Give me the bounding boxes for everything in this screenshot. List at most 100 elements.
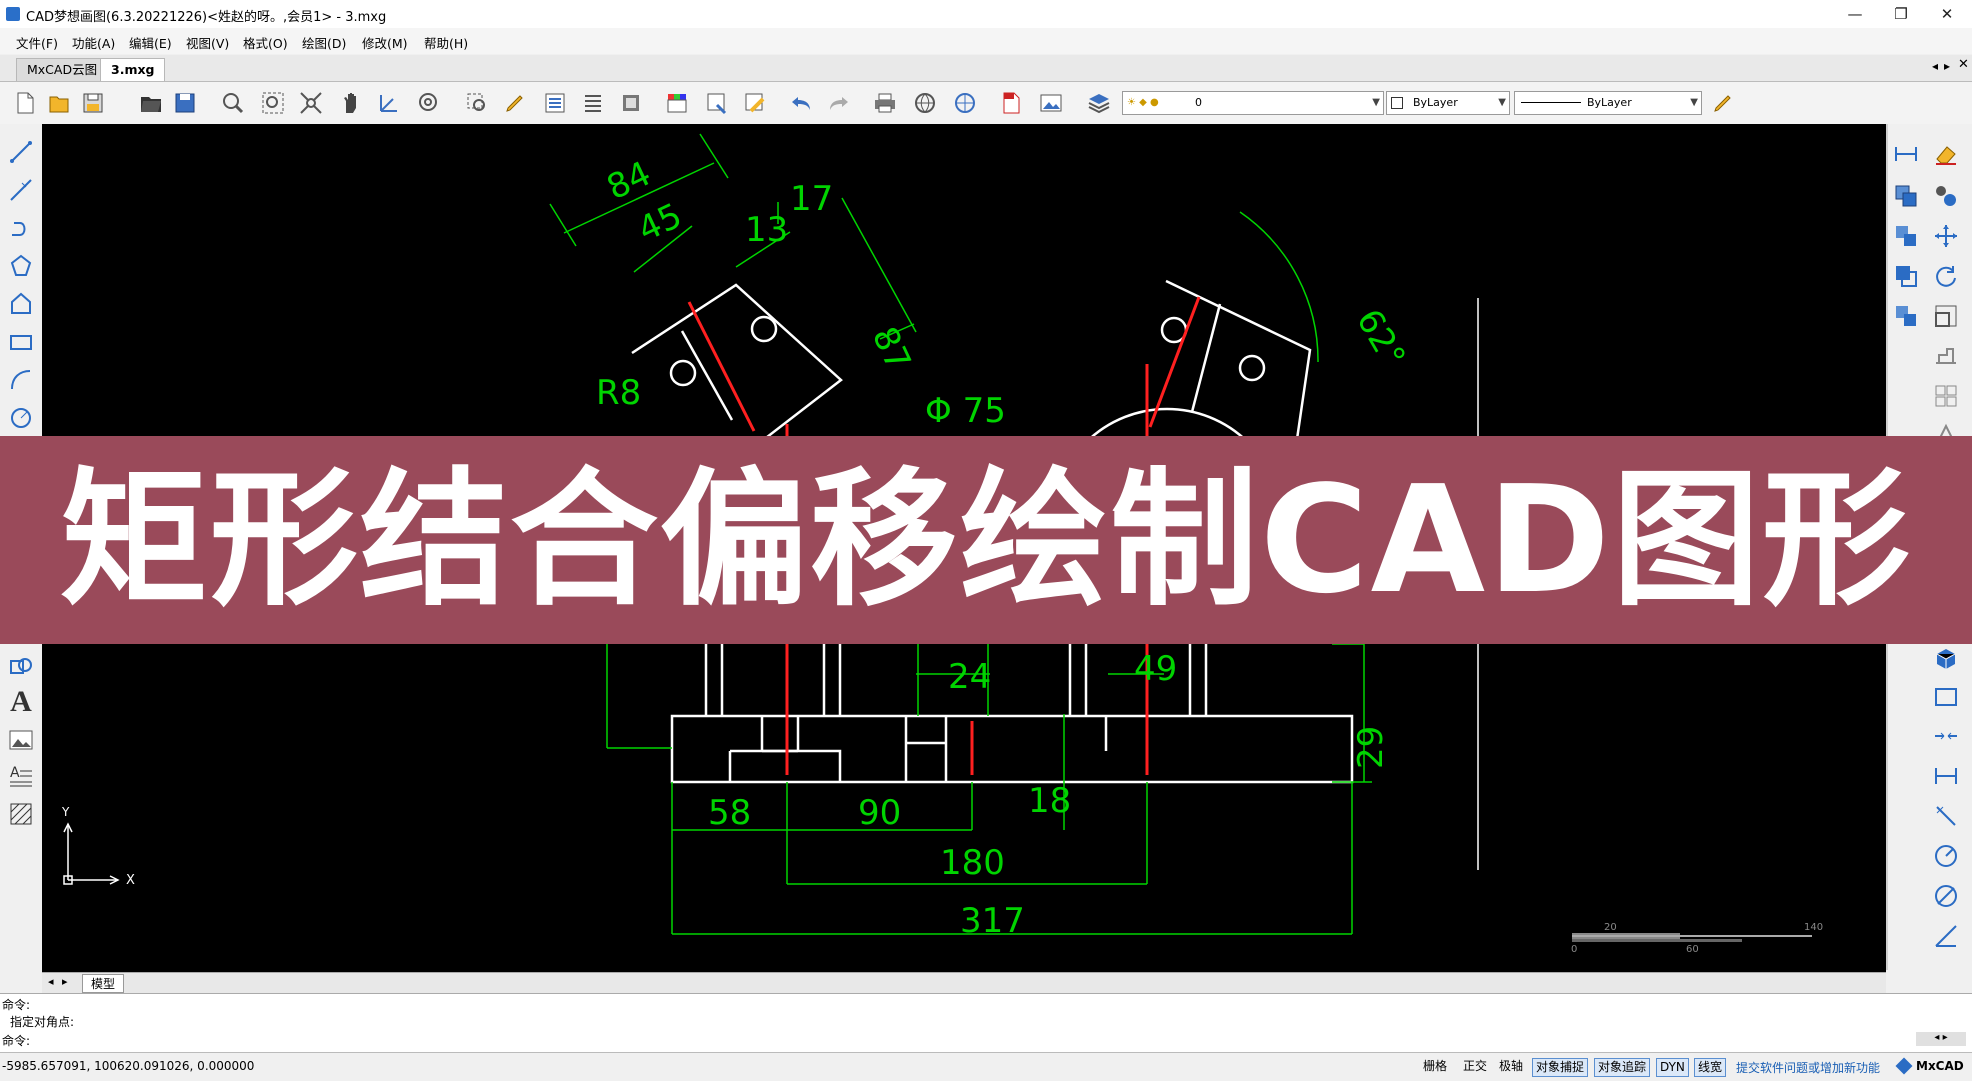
tab-close-icon[interactable]: ✕ [1958, 57, 1969, 72]
rotate-icon[interactable] [1930, 260, 1962, 292]
pentagon-icon[interactable] [5, 288, 37, 320]
scale-icon[interactable] [1930, 300, 1962, 332]
toggle-ortho[interactable]: 正交 [1460, 1058, 1490, 1075]
pencil-icon[interactable] [1708, 88, 1738, 118]
xline-icon[interactable] [5, 174, 37, 206]
open-folder-icon[interactable] [136, 88, 166, 118]
image-icon[interactable] [1036, 88, 1066, 118]
print-icon[interactable] [870, 88, 900, 118]
mirror-icon[interactable] [1890, 220, 1922, 252]
trim-icon[interactable] [1930, 380, 1962, 412]
pan-hand-icon[interactable] [336, 88, 366, 118]
command-prompt[interactable]: 命令: [2, 1032, 30, 1049]
toggle-lineweight[interactable]: 线宽 [1694, 1058, 1727, 1077]
dim-angular-icon[interactable] [1930, 920, 1962, 952]
scale-140: 140 [1804, 922, 1823, 933]
move-icon[interactable] [1930, 220, 1962, 252]
region-icon[interactable] [1930, 680, 1962, 712]
dim-aligned-icon[interactable] [1930, 760, 1962, 792]
ucs-axis-icon[interactable] [374, 88, 404, 118]
globe-icon[interactable] [910, 88, 940, 118]
dim-87-line [841, 197, 917, 333]
tab-model[interactable]: 模型 [82, 974, 125, 993]
line-icon[interactable] [5, 136, 37, 168]
dim-angle-icon[interactable] [1930, 800, 1962, 832]
close-button[interactable]: ✕ [1924, 2, 1970, 26]
copy-objects-icon[interactable] [1930, 180, 1962, 212]
tab-3mxg[interactable]: 3.mxg [100, 58, 166, 81]
toggle-osnap[interactable]: 对象捕捉 [1532, 1058, 1589, 1077]
tab-next-icon[interactable]: ▸ [62, 975, 68, 988]
join-icon[interactable] [1930, 720, 1962, 752]
menu-function[interactable]: 功能(A) [70, 33, 117, 52]
minimize-button[interactable]: — [1832, 2, 1878, 26]
undo-icon[interactable] [786, 88, 816, 118]
toggle-polar[interactable]: 极轴 [1496, 1058, 1526, 1075]
zoom-realtime-icon[interactable] [218, 88, 248, 118]
image-insert-icon[interactable] [5, 724, 37, 756]
maximize-button[interactable]: ❐ [1878, 2, 1924, 26]
zoom-window-icon[interactable] [258, 88, 288, 118]
copy-icon[interactable] [1890, 180, 1922, 212]
insert-block-icon[interactable] [5, 648, 37, 680]
mtext-icon[interactable]: A [5, 760, 37, 792]
menu-draw[interactable]: 绘图(D) [300, 33, 348, 52]
menu-edit[interactable]: 编辑(E) [127, 33, 174, 52]
web-icon[interactable] [950, 88, 980, 118]
edit-pen-icon[interactable] [500, 88, 530, 118]
command-window[interactable]: 命令: 指定对角点: 命令: ◂ ▸ [0, 993, 1972, 1052]
measure-icon[interactable] [462, 88, 492, 118]
match-properties-icon[interactable] [740, 88, 770, 118]
array-icon[interactable] [1890, 300, 1922, 332]
pdf-icon[interactable] [996, 88, 1026, 118]
zoom-previous-icon[interactable] [414, 88, 444, 118]
linetype-select[interactable]: ByLayer ▼ [1514, 91, 1702, 115]
hatch-icon[interactable] [5, 798, 37, 830]
polygon-icon[interactable] [5, 250, 37, 282]
tab-scroll-left-icon[interactable]: ◂ [1932, 59, 1938, 73]
open-file-icon[interactable] [44, 88, 74, 118]
dim-diameter-icon[interactable] [1930, 880, 1962, 912]
toggle-otrack[interactable]: 对象追踪 [1594, 1058, 1651, 1077]
tab-cloud[interactable]: MxCAD云图 [16, 58, 109, 81]
layer-select[interactable]: ☀ ◆ ● 0 ▼ [1122, 91, 1384, 115]
menu-format[interactable]: 格式(O) [241, 33, 290, 52]
polyline-icon[interactable] [5, 212, 37, 244]
menu-help[interactable]: 帮助(H) [422, 33, 470, 52]
toggle-grid[interactable]: 栅格 [1420, 1058, 1450, 1075]
chevron-down-icon: ▼ [1690, 97, 1698, 108]
dim-17-label: 17 [790, 179, 833, 219]
tab-scroll-right-icon[interactable]: ▸ [1944, 59, 1950, 73]
layer-state-icon: ☀ ◆ ● [1127, 97, 1159, 108]
stretch-icon[interactable] [1930, 340, 1962, 372]
properties-icon[interactable] [540, 88, 570, 118]
tab-prev-icon[interactable]: ◂ [48, 975, 54, 988]
redo-icon[interactable] [824, 88, 854, 118]
text-icon[interactable]: A [5, 685, 37, 718]
command-scrollbar[interactable]: ◂ ▸ [1916, 1032, 1966, 1046]
offset-icon[interactable] [1890, 260, 1922, 292]
menu-view[interactable]: 视图(V) [184, 33, 231, 52]
layers-icon[interactable] [1084, 88, 1114, 118]
save-icon[interactable] [78, 88, 108, 118]
block-icon[interactable] [616, 88, 646, 118]
menu-file[interactable]: 文件(F) [14, 33, 60, 52]
menu-modify[interactable]: 修改(M) [360, 33, 410, 52]
color-select[interactable]: ByLayer ▼ [1386, 91, 1510, 115]
dim-radius-icon[interactable] [1930, 840, 1962, 872]
save-as-icon[interactable] [170, 88, 200, 118]
dim-45-label: 45 [632, 196, 688, 251]
feedback-link[interactable]: 提交软件问题或增加新功能 [1736, 1059, 1880, 1076]
toggle-dyn[interactable]: DYN [1656, 1058, 1689, 1077]
color-palette-icon[interactable] [662, 88, 692, 118]
zoom-extents-icon[interactable] [296, 88, 326, 118]
circle-icon[interactable] [5, 402, 37, 434]
list-icon[interactable] [578, 88, 608, 118]
insert-icon[interactable] [702, 88, 732, 118]
dim-linear-icon[interactable] [1890, 138, 1922, 170]
rectangle-icon[interactable] [5, 326, 37, 358]
3d-box-icon[interactable] [1930, 642, 1962, 674]
new-file-icon[interactable] [10, 88, 40, 118]
arc-icon[interactable] [5, 364, 37, 396]
erase-icon[interactable] [1930, 138, 1962, 170]
